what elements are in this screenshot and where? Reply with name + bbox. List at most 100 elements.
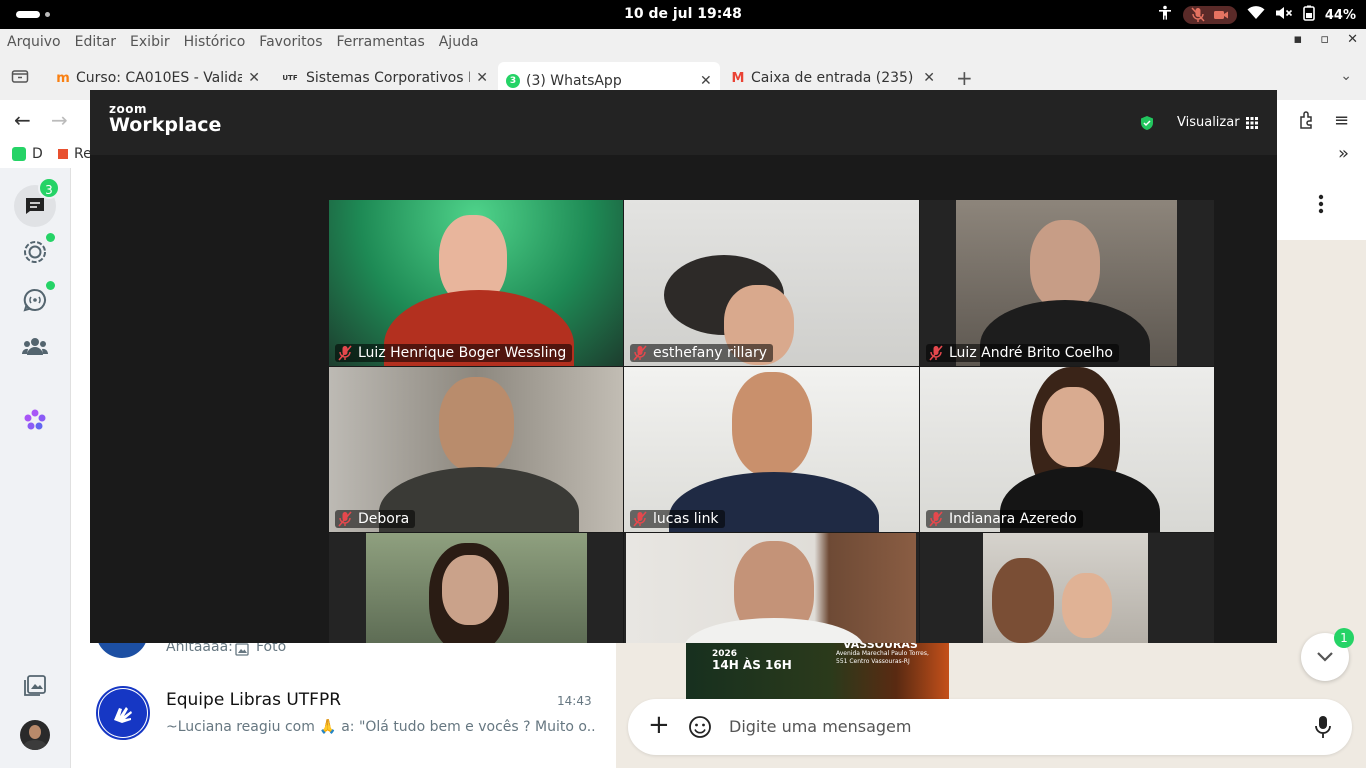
new-tab-icon[interactable]: + xyxy=(956,66,973,90)
system-top-bar: 10 de jul 19:48 44% xyxy=(0,0,1366,29)
tab-title: Curso: CA010ES - Validaç xyxy=(76,70,243,86)
bookmark-re[interactable]: Re xyxy=(58,146,92,162)
mic-muted-icon xyxy=(338,345,352,361)
back-arrow-icon[interactable]: ← xyxy=(14,108,31,132)
whatsapp-rail: 3 xyxy=(0,168,71,768)
bookmark-favicon xyxy=(58,149,68,159)
volume-muted-icon xyxy=(1275,6,1293,24)
utfpr-favicon: UTF xyxy=(282,74,298,82)
zoom-header: zoom Workplace Visualizar xyxy=(90,90,1277,155)
menu-historico[interactable]: Histórico xyxy=(184,34,246,50)
app-menu-icon[interactable]: ≡ xyxy=(1334,110,1349,131)
close-tab-icon[interactable]: ✕ xyxy=(700,73,712,89)
channels-icon[interactable] xyxy=(22,287,48,313)
mic-muted-icon xyxy=(929,511,943,527)
avatar-face xyxy=(29,725,41,739)
participant-tile-active-speaker[interactable]: lucas link xyxy=(624,367,919,532)
poster-address-2: 551 Centro Vassouras-RJ xyxy=(836,658,910,665)
close-icon[interactable]: ✕ xyxy=(1347,32,1358,47)
forward-arrow-icon[interactable]: → xyxy=(51,108,68,132)
camera-icon xyxy=(1213,11,1228,19)
menu-exibir[interactable]: Exibir xyxy=(130,34,170,50)
participant-tile[interactable]: esthefany rillary xyxy=(624,200,919,366)
close-tab-icon[interactable]: ✕ xyxy=(476,70,488,86)
person-face xyxy=(732,372,812,477)
close-tab-icon[interactable]: ✕ xyxy=(248,70,260,86)
menu-arquivo[interactable]: Arquivo xyxy=(7,34,61,50)
bookmark-d[interactable]: D xyxy=(12,146,43,162)
person-face-child xyxy=(1062,573,1112,638)
maximize-icon[interactable]: ▫ xyxy=(1320,32,1329,47)
participant-tile[interactable]: Luiz André Brito Coelho xyxy=(920,200,1214,366)
bookmark-label: D xyxy=(32,146,43,162)
window-controls: ▪ ▫ ✕ xyxy=(1293,32,1358,47)
tab-gmail[interactable]: M Caixa de entrada (235) - ✕ xyxy=(723,63,943,93)
mic-off-icon xyxy=(1191,7,1205,22)
group-avatar xyxy=(96,686,150,740)
tab-sistemas[interactable]: UTF Sistemas Corporativos In ✕ xyxy=(272,63,496,93)
message-input[interactable]: Digite uma mensagem xyxy=(729,717,911,736)
sticker-icon[interactable] xyxy=(688,715,712,743)
grid-view-icon xyxy=(1245,116,1258,129)
participant-name-label: Debora xyxy=(335,510,416,528)
participant-name-label: Luiz Henrique Boger Wessling xyxy=(335,344,573,362)
communities-icon[interactable] xyxy=(21,335,49,361)
system-tray[interactable]: 44% xyxy=(1157,4,1356,26)
participant-name: Debora xyxy=(358,511,410,527)
participant-name: Luiz Henrique Boger Wessling xyxy=(358,345,567,361)
whatsapp-favicon: 3 xyxy=(506,74,520,88)
minimize-icon[interactable]: ▪ xyxy=(1293,32,1302,47)
menu-ajuda[interactable]: Ajuda xyxy=(439,34,479,50)
poster-address-1: Avenida Marechal Paulo Torres, xyxy=(836,650,929,657)
chat-list-item[interactable]: Equipe Libras UTFPR 14:43 ~Luciana reagi… xyxy=(71,678,616,750)
menu-ferramentas[interactable]: Ferramentas xyxy=(337,34,425,50)
unread-badge: 3 xyxy=(38,177,60,199)
participant-name-label: esthefany rillary xyxy=(630,344,774,362)
participant-tile[interactable] xyxy=(920,533,1214,643)
person-face xyxy=(442,555,498,625)
menu-favoritos[interactable]: Favoritos xyxy=(259,34,322,50)
mic-muted-icon xyxy=(633,345,647,361)
tab-title: Caixa de entrada (235) - xyxy=(751,70,918,86)
encryption-shield-icon[interactable] xyxy=(1140,115,1154,135)
participant-tile[interactable] xyxy=(329,533,623,643)
participant-tile[interactable] xyxy=(624,533,919,643)
profile-avatar[interactable] xyxy=(20,720,50,750)
chat-preview: ~Luciana reagiu com 🙏 a: "Olá tudo bem e… xyxy=(166,719,596,735)
participant-tile[interactable]: Debora xyxy=(329,367,623,532)
chat-time: 14:43 xyxy=(557,694,592,708)
participant-tile[interactable]: Indianara Azeredo xyxy=(920,367,1214,532)
close-tab-icon[interactable]: ✕ xyxy=(923,70,935,86)
battery-icon xyxy=(1303,5,1315,25)
status-icon[interactable] xyxy=(22,239,48,265)
person-face-adult xyxy=(992,558,1054,643)
moodle-favicon: m xyxy=(56,70,70,86)
wifi-icon xyxy=(1247,6,1265,24)
participant-name: Luiz André Brito Coelho xyxy=(949,345,1114,361)
mic-muted-icon xyxy=(929,345,943,361)
scroll-unread-badge: 1 xyxy=(1334,628,1354,648)
mic-muted-icon xyxy=(338,511,352,527)
participant-tile[interactable]: Luiz Henrique Boger Wessling xyxy=(329,200,623,366)
tab-list-chevron-icon[interactable]: ⌄ xyxy=(1340,68,1352,84)
media-gallery-icon[interactable] xyxy=(22,674,48,700)
meta-ai-icon[interactable] xyxy=(22,408,48,434)
view-button[interactable]: Visualizar xyxy=(1177,115,1258,130)
extensions-icon[interactable] xyxy=(1297,110,1317,134)
accessibility-icon[interactable] xyxy=(1157,5,1173,25)
tab-title: Sistemas Corporativos In xyxy=(306,70,471,86)
more-options-icon[interactable] xyxy=(1318,194,1324,218)
chat-image-message[interactable]: 2026 14H ÀS 16H VASSOURAS Avenida Marech… xyxy=(686,643,949,703)
tab-overview-icon[interactable] xyxy=(11,68,29,88)
chevron-down-icon xyxy=(1317,652,1333,662)
participant-name-label: Indianara Azeredo xyxy=(926,510,1083,528)
attach-plus-icon[interactable]: + xyxy=(648,711,670,739)
microphone-icon[interactable] xyxy=(1315,715,1331,743)
bookmarks-overflow-icon[interactable]: » xyxy=(1338,143,1349,164)
status-dot xyxy=(46,233,55,242)
tab-curso[interactable]: m Curso: CA010ES - Validaç ✕ xyxy=(48,63,268,93)
mic-muted-indicator[interactable] xyxy=(1182,6,1237,24)
menu-editar[interactable]: Editar xyxy=(75,34,116,50)
zoom-brand-large: Workplace xyxy=(109,114,222,136)
participant-name-label: lucas link xyxy=(630,510,725,528)
